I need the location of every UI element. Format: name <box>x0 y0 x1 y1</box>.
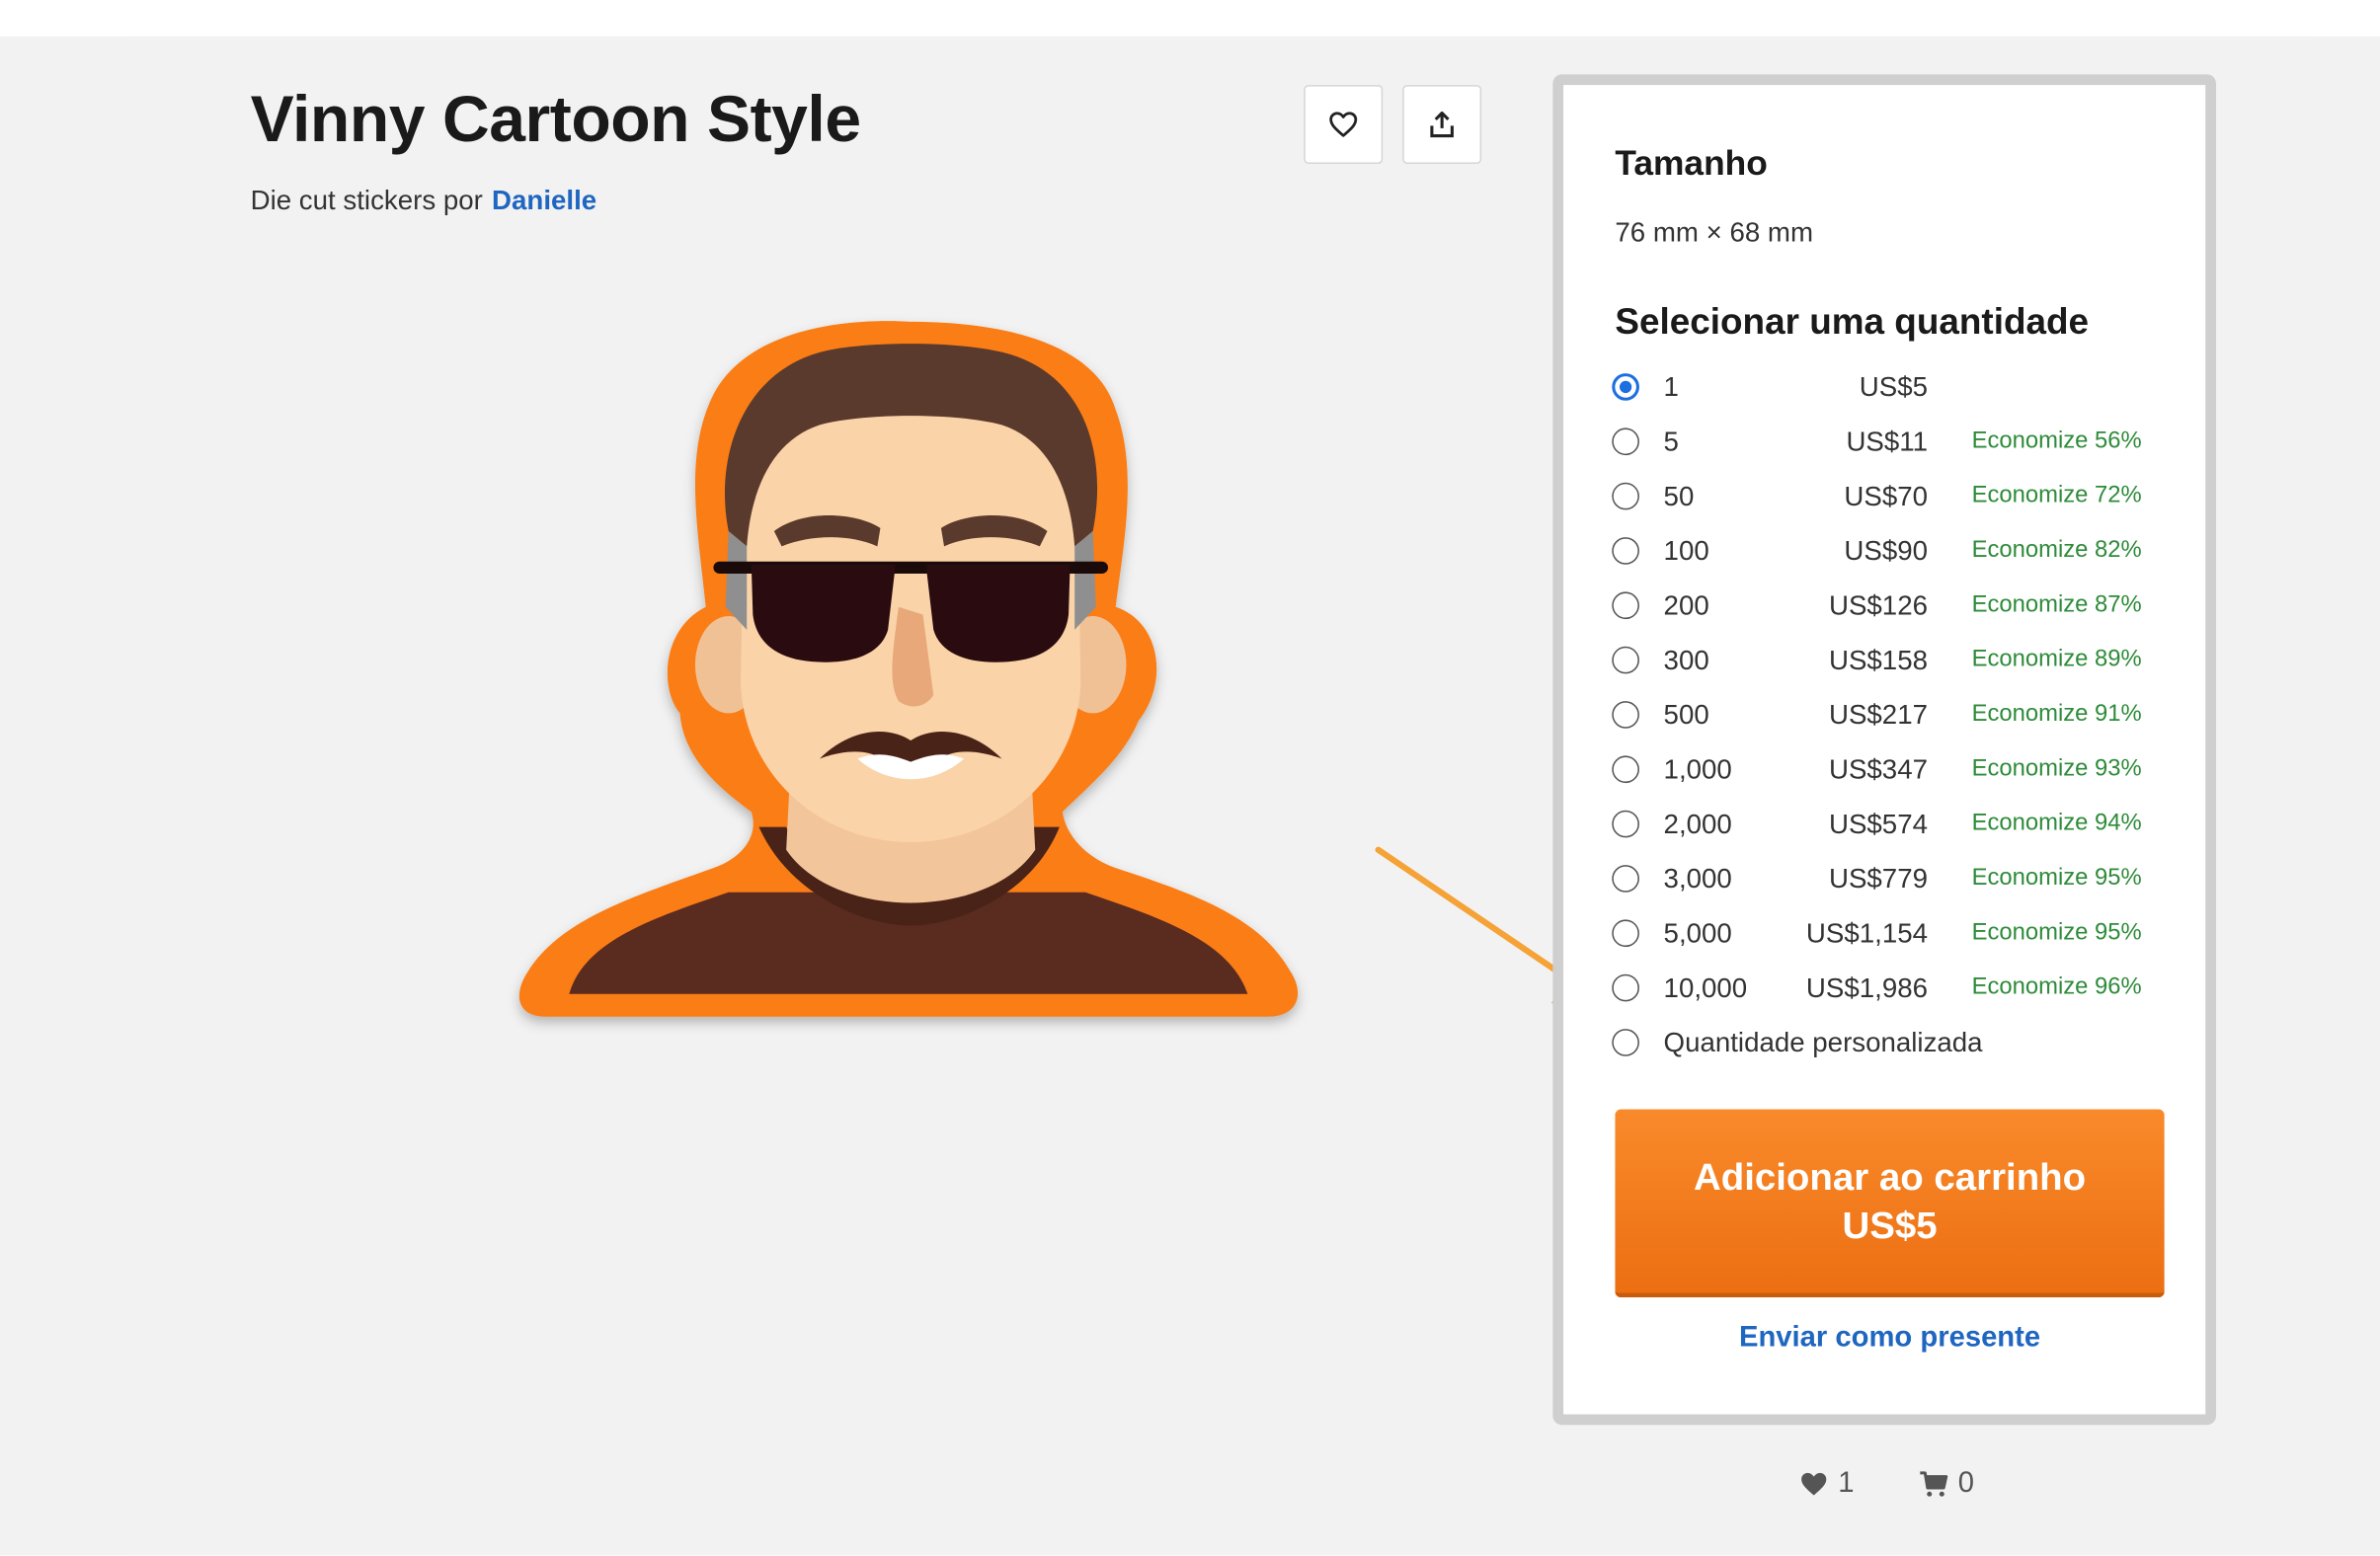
radio-button[interactable] <box>1612 701 1639 729</box>
cart-value: 0 <box>1957 1467 1974 1500</box>
option-savings: Economize 91% <box>1971 701 2142 728</box>
option-quantity: 10,000 <box>1663 972 1748 1003</box>
option-savings: Economize 87% <box>1971 591 2142 618</box>
option-savings: Economize 96% <box>1971 973 2142 1000</box>
size-value: 76 mm × 68 mm <box>1615 216 1814 248</box>
product-title: Vinny Cartoon Style <box>250 83 861 157</box>
author-link[interactable]: Danielle <box>492 186 596 216</box>
custom-quantity-label: Quantidade personalizada <box>1663 1026 1983 1057</box>
option-quantity: 2,000 <box>1663 808 1732 839</box>
quantity-option[interactable]: 300 US$158 Economize 89% <box>1612 641 2174 680</box>
favorite-button[interactable] <box>1304 85 1384 164</box>
quantity-option[interactable]: 3,000 US$779 Economize 95% <box>1612 859 2174 898</box>
heart-icon <box>1801 1472 1827 1496</box>
radio-button[interactable] <box>1612 755 1639 784</box>
radio-button[interactable] <box>1612 646 1639 674</box>
option-quantity: 500 <box>1663 698 1709 730</box>
option-quantity: 5 <box>1663 426 1679 456</box>
option-savings: Economize 56% <box>1971 428 2142 454</box>
add-to-cart-price: US$5 <box>1842 1204 1938 1247</box>
option-price: US$217 <box>1828 698 1928 730</box>
option-savings: Economize 93% <box>1971 755 2142 782</box>
radio-button[interactable] <box>1612 373 1639 401</box>
product-byline: Die cut stickers por Danielle <box>251 186 597 217</box>
sticker-image <box>518 321 1299 1017</box>
option-price: US$90 <box>1844 534 1928 566</box>
option-quantity: 3,000 <box>1663 862 1732 894</box>
quantity-option[interactable]: 100 US$90 Economize 82% <box>1612 531 2174 571</box>
quantity-option[interactable]: 200 US$126 Economize 87% <box>1612 585 2174 625</box>
option-quantity: 5,000 <box>1663 917 1732 948</box>
send-as-gift-link[interactable]: Enviar como presente <box>1615 1322 2164 1356</box>
radio-button[interactable] <box>1612 591 1639 620</box>
cart-count: 0 <box>1919 1467 1974 1501</box>
radio-button[interactable] <box>1612 973 1639 1002</box>
likes-value: 1 <box>1838 1467 1855 1500</box>
radio-button[interactable] <box>1612 919 1639 948</box>
cart-icon <box>1920 1471 1948 1497</box>
radio-button[interactable] <box>1612 810 1639 838</box>
option-price: US$11 <box>1846 426 1928 456</box>
add-to-cart-label: Adicionar ao carrinho <box>1693 1155 2087 1199</box>
option-quantity: 200 <box>1663 589 1709 620</box>
option-price: US$1,986 <box>1805 972 1928 1003</box>
radio-button[interactable] <box>1612 482 1639 510</box>
add-to-cart-button[interactable]: Adicionar ao carrinho US$5 <box>1615 1109 2165 1298</box>
quantity-option[interactable]: 5 US$11 Economize 56% <box>1612 422 2174 461</box>
option-savings: Economize 94% <box>1971 810 2142 836</box>
option-quantity: 300 <box>1663 644 1709 675</box>
option-price: US$347 <box>1828 753 1928 784</box>
custom-quantity-option[interactable]: Quantidade personalizada <box>1612 1023 2174 1062</box>
radio-button[interactable] <box>1612 865 1639 893</box>
option-savings: Economize 72% <box>1971 482 2142 508</box>
option-savings: Economize 82% <box>1971 537 2142 564</box>
option-price: US$158 <box>1828 644 1928 675</box>
option-price: US$126 <box>1828 589 1928 620</box>
share-button[interactable] <box>1402 85 1482 164</box>
option-quantity: 1 <box>1663 370 1679 402</box>
quantity-option[interactable]: 10,000 US$1,986 Economize 96% <box>1612 969 2174 1008</box>
radio-button[interactable] <box>1612 1029 1639 1056</box>
quantity-option[interactable]: 1 US$5 <box>1612 367 2174 407</box>
option-price: US$779 <box>1828 862 1928 894</box>
radio-button[interactable] <box>1612 428 1639 456</box>
quantity-option[interactable]: 50 US$70 Economize 72% <box>1612 477 2174 516</box>
radio-button[interactable] <box>1612 537 1639 565</box>
option-price: US$5 <box>1859 370 1928 402</box>
option-price: US$574 <box>1828 808 1928 839</box>
quantity-option[interactable]: 1,000 US$347 Economize 93% <box>1612 749 2174 789</box>
option-savings: Economize 95% <box>1971 865 2142 892</box>
option-savings: Economize 95% <box>1971 919 2142 946</box>
heart-outline-icon <box>1329 112 1358 137</box>
quantity-option[interactable]: 500 US$217 Economize 91% <box>1612 695 2174 735</box>
byline-prefix: Die cut stickers por <box>250 185 483 216</box>
option-price: US$1,154 <box>1805 917 1928 948</box>
purchase-panel: Tamanho 76 mm × 68 mm Selecionar uma qua… <box>1552 74 2217 1426</box>
size-heading: Tamanho <box>1615 142 1768 183</box>
option-quantity: 1,000 <box>1663 753 1732 784</box>
option-quantity: 50 <box>1663 480 1695 511</box>
quantity-option[interactable]: 2,000 US$574 Economize 94% <box>1612 805 2174 844</box>
option-quantity: 100 <box>1663 534 1709 566</box>
option-price: US$70 <box>1844 480 1928 511</box>
quantity-heading: Selecionar uma quantidade <box>1615 301 2090 344</box>
likes-count: 1 <box>1798 1467 1855 1501</box>
quantity-option[interactable]: 5,000 US$1,154 Economize 95% <box>1612 913 2174 953</box>
share-upload-icon <box>1430 111 1454 138</box>
option-savings: Economize 89% <box>1971 646 2142 672</box>
